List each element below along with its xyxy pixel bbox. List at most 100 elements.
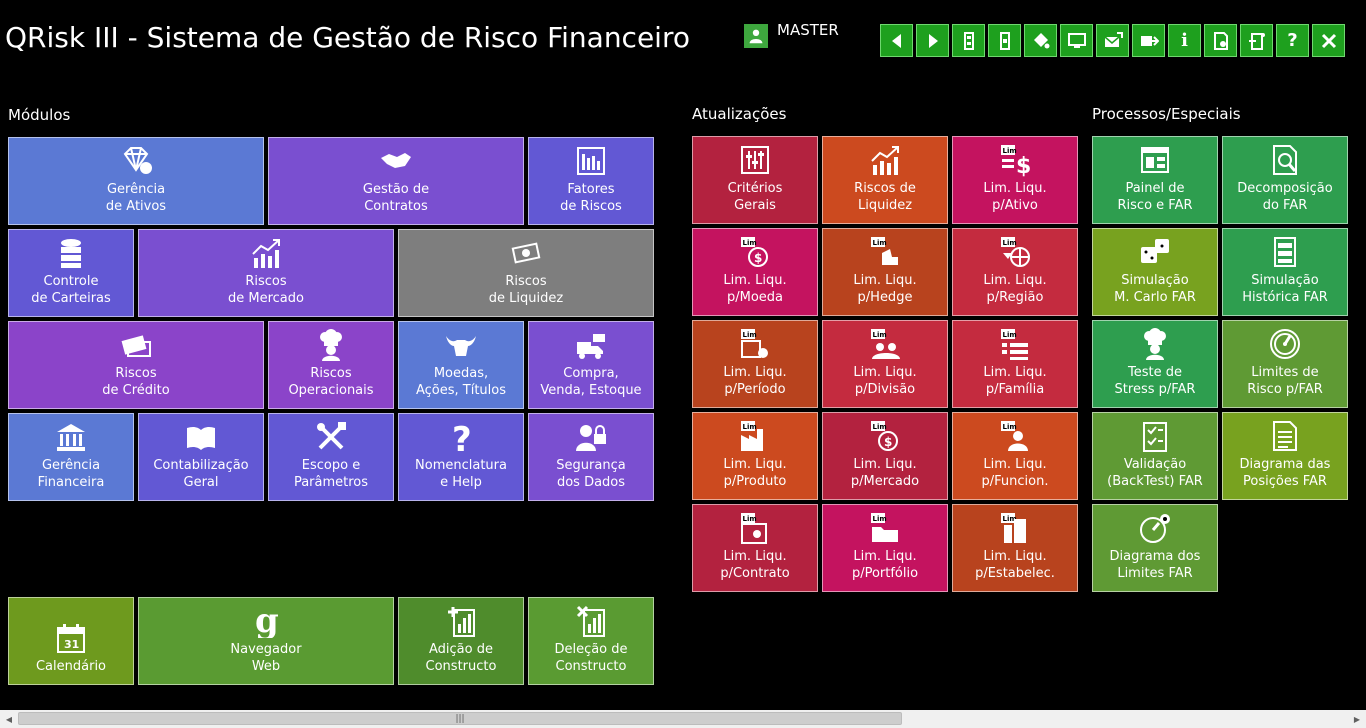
svg-text:Lim: Lim (873, 515, 887, 523)
module-1-tile[interactable]: Gestão de Contratos (268, 137, 524, 225)
lim-cal-icon: Lim (738, 327, 772, 361)
user-info[interactable]: MASTER (744, 21, 839, 48)
module-2-tile[interactable]: Fatores de Riscos (528, 137, 654, 225)
module-4-tile[interactable]: Riscos de Mercado (138, 229, 394, 317)
scroll-left-icon[interactable]: ◀ (0, 710, 18, 728)
add-chart-icon (444, 604, 478, 638)
scroll-right-icon[interactable]: ▶ (1348, 710, 1366, 728)
update-13-tile[interactable]: Lim Lim. Liqu. p/Portfólio (822, 504, 948, 592)
user-name: MASTER (777, 21, 839, 39)
update-11-label: Lim. Liqu. p/Funcion. (981, 457, 1049, 489)
update-2-label: Lim. Liqu. p/Ativo (983, 181, 1047, 213)
process-6-tile[interactable]: Validação (BackTest) FAR (1092, 412, 1218, 500)
bank-icon (54, 420, 88, 454)
module-10-tile[interactable]: Gerência Financeira (8, 413, 134, 501)
update-14-label: Lim. Liqu. p/Estabelec. (975, 549, 1055, 581)
module-0-tile[interactable]: Gerência de Ativos (8, 137, 264, 225)
update-10-tile[interactable]: Lim $ Lim. Liqu. p/Mercado (822, 412, 948, 500)
toolbar-paint-icon[interactable] (1024, 24, 1057, 57)
update-5-label: Lim. Liqu. p/Região (983, 273, 1047, 305)
process-4-tile[interactable]: Teste de Stress p/FAR (1092, 320, 1218, 408)
toolbar-close-icon[interactable] (1312, 24, 1345, 57)
truck-icon (574, 328, 608, 362)
update-2-tile[interactable]: Lim $ Lim. Liqu. p/Ativo (952, 136, 1078, 224)
chart-up-icon (868, 143, 902, 177)
bottom-1-tile[interactable]: g Navegador Web (138, 597, 394, 685)
process-7-tile[interactable]: Diagrama das Posições FAR (1222, 412, 1348, 500)
toolbar-exit-doc-icon[interactable] (1240, 24, 1273, 57)
module-9-label: Compra, Venda, Estoque (540, 366, 642, 398)
svg-text:?: ? (452, 420, 472, 454)
toolbar-monitor-icon[interactable] (1060, 24, 1093, 57)
update-11-tile[interactable]: Lim Lim. Liqu. p/Funcion. (952, 412, 1078, 500)
toolbar-left-icon[interactable] (880, 24, 913, 57)
section-modulos: Módulos (8, 106, 71, 124)
bottom-3-label: Deleção de Constructo (554, 642, 628, 674)
update-12-label: Lim. Liqu. p/Contrato (720, 549, 790, 581)
module-12-tile[interactable]: Escopo e Parâmetros (268, 413, 394, 501)
update-8-tile[interactable]: Lim Lim. Liqu. p/Família (952, 320, 1078, 408)
process-2-tile[interactable]: Simulação M. Carlo FAR (1092, 228, 1218, 316)
horizontal-scrollbar[interactable]: ◀ ||| ▶ (0, 710, 1366, 728)
update-5-tile[interactable]: Lim Lim. Liqu. p/Região (952, 228, 1078, 316)
process-0-tile[interactable]: Painel de Risco e FAR (1092, 136, 1218, 224)
toolbar-right-icon[interactable] (916, 24, 949, 57)
toolbar-mail-icon[interactable] (1096, 24, 1129, 57)
module-5-tile[interactable]: Riscos de Liquidez (398, 229, 654, 317)
toolbar-export-icon[interactable] (1132, 24, 1165, 57)
chef-icon (1138, 327, 1172, 361)
bottom-2-label: Adição de Constructo (425, 642, 497, 674)
update-6-tile[interactable]: Lim Lim. Liqu. p/Período (692, 320, 818, 408)
module-3-tile[interactable]: Controle de Carteiras (8, 229, 134, 317)
book-icon (184, 420, 218, 454)
bottom-2-tile[interactable]: Adição de Constructo (398, 597, 524, 685)
update-1-tile[interactable]: Riscos de Liquidez (822, 136, 948, 224)
bottom-3-tile[interactable]: Deleção de Constructo (528, 597, 654, 685)
module-13-label: Nomenclatura e Help (415, 458, 507, 490)
module-6-label: Riscos de Crédito (102, 366, 170, 398)
svg-text:Lim: Lim (743, 423, 757, 431)
toolbar-db2-icon[interactable] (988, 24, 1021, 57)
module-6-tile[interactable]: Riscos de Crédito (8, 321, 264, 409)
toolbar-help-icon[interactable]: ? (1276, 24, 1309, 57)
module-12-label: Escopo e Parâmetros (293, 458, 369, 490)
module-9-tile[interactable]: Compra, Venda, Estoque (528, 321, 654, 409)
update-7-tile[interactable]: Lim Lim. Liqu. p/Divisão (822, 320, 948, 408)
update-4-tile[interactable]: Lim Lim. Liqu. p/Hedge (822, 228, 948, 316)
scroll-thumb[interactable]: ||| (18, 712, 902, 725)
bottom-0-tile[interactable]: 31 Calendário (8, 597, 134, 685)
module-11-tile[interactable]: Contabilização Geral (138, 413, 264, 501)
module-7-label: Riscos Operacionais (288, 366, 374, 398)
update-9-label: Lim. Liqu. p/Produto (723, 457, 787, 489)
update-12-tile[interactable]: Lim Lim. Liqu. p/Contrato (692, 504, 818, 592)
process-6-label: Validação (BackTest) FAR (1107, 457, 1203, 489)
module-8-tile[interactable]: Moedas, Ações, Títulos (398, 321, 524, 409)
module-2-label: Fatores de Riscos (560, 182, 622, 214)
update-9-tile[interactable]: Lim Lim. Liqu. p/Produto (692, 412, 818, 500)
process-1-tile[interactable]: Decomposição do FAR (1222, 136, 1348, 224)
svg-text:$: $ (884, 435, 892, 449)
diamond-icon (119, 144, 153, 178)
svg-text:31: 31 (64, 638, 79, 651)
process-8-tile[interactable]: Diagrama dos Limites FAR (1092, 504, 1218, 592)
module-14-tile[interactable]: Segurança dos Dados (528, 413, 654, 501)
toolbar-doc-icon[interactable] (1204, 24, 1237, 57)
svg-text:Lim: Lim (873, 239, 887, 247)
update-14-tile[interactable]: Lim Lim. Liqu. p/Estabelec. (952, 504, 1078, 592)
money-icon (509, 236, 543, 270)
toolbar-info-icon[interactable]: i (1168, 24, 1201, 57)
svg-text:Lim: Lim (873, 331, 887, 339)
lim-folder-icon: Lim (868, 511, 902, 545)
cabinet-icon (1268, 235, 1302, 269)
lim-chair-icon: Lim (868, 235, 902, 269)
update-3-tile[interactable]: Lim $ Lim. Liqu. p/Moeda (692, 228, 818, 316)
update-0-tile[interactable]: Critérios Gerais (692, 136, 818, 224)
module-7-tile[interactable]: Riscos Operacionais (268, 321, 394, 409)
toolbar-db-icon[interactable] (952, 24, 985, 57)
process-5-tile[interactable]: Limites de Risco p/FAR (1222, 320, 1348, 408)
module-13-tile[interactable]: ? Nomenclatura e Help (398, 413, 524, 501)
bottom-1-label: Navegador Web (230, 642, 302, 674)
toolbar: i? (880, 24, 1348, 57)
process-0-label: Painel de Risco e FAR (1117, 181, 1193, 213)
process-3-tile[interactable]: Simulação Histórica FAR (1222, 228, 1348, 316)
